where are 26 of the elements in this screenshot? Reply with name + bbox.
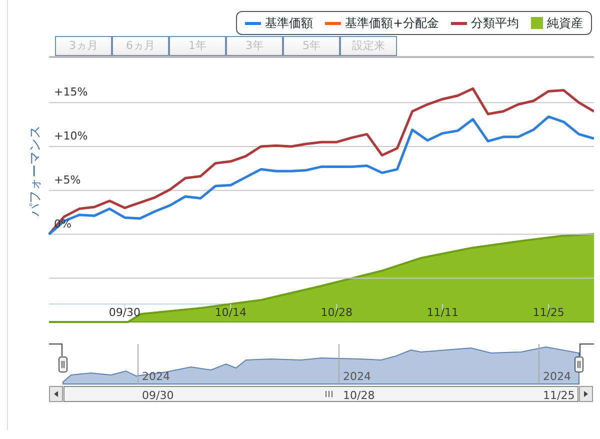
legend-label[interactable]: 基準価額: [264, 14, 313, 32]
navigator-bracket: [580, 344, 594, 356]
legend-label[interactable]: 分類平均: [471, 14, 519, 32]
x-tick-label: 10/14: [214, 306, 247, 319]
x-tick-label: 10/28: [320, 306, 352, 319]
scroll-left-button[interactable]: [49, 386, 63, 402]
y-tick-label: +5%: [54, 173, 81, 186]
x-tick-label: 11/11: [426, 306, 458, 319]
scroll-right-button[interactable]: [579, 386, 593, 402]
legend-label[interactable]: 基準価額+分配金: [344, 14, 439, 32]
navigator-year-label: 2024: [142, 370, 170, 383]
y-tick-label: +15%: [54, 86, 88, 99]
navigator-bracket: [48, 344, 62, 356]
x-tick-label: 11/25: [532, 306, 564, 319]
y-axis-title: パフォーマンス: [28, 126, 43, 216]
navigator-year-label: 2024: [343, 370, 371, 383]
y-tick-label: +10%: [54, 130, 88, 142]
x-tick-label: 09/30: [108, 306, 141, 319]
navigator-year-label: 2024: [543, 370, 571, 383]
navigator-date-label: 10/28: [343, 389, 375, 402]
legend-label[interactable]: 純資産: [547, 14, 583, 32]
navigator-handle[interactable]: [58, 356, 68, 372]
scrollbar-thumb[interactable]: [64, 386, 578, 402]
navigator-date-label: 11/25: [543, 389, 575, 402]
navigator-handle[interactable]: [574, 356, 584, 372]
navigator-date-label: 09/30: [142, 389, 174, 402]
